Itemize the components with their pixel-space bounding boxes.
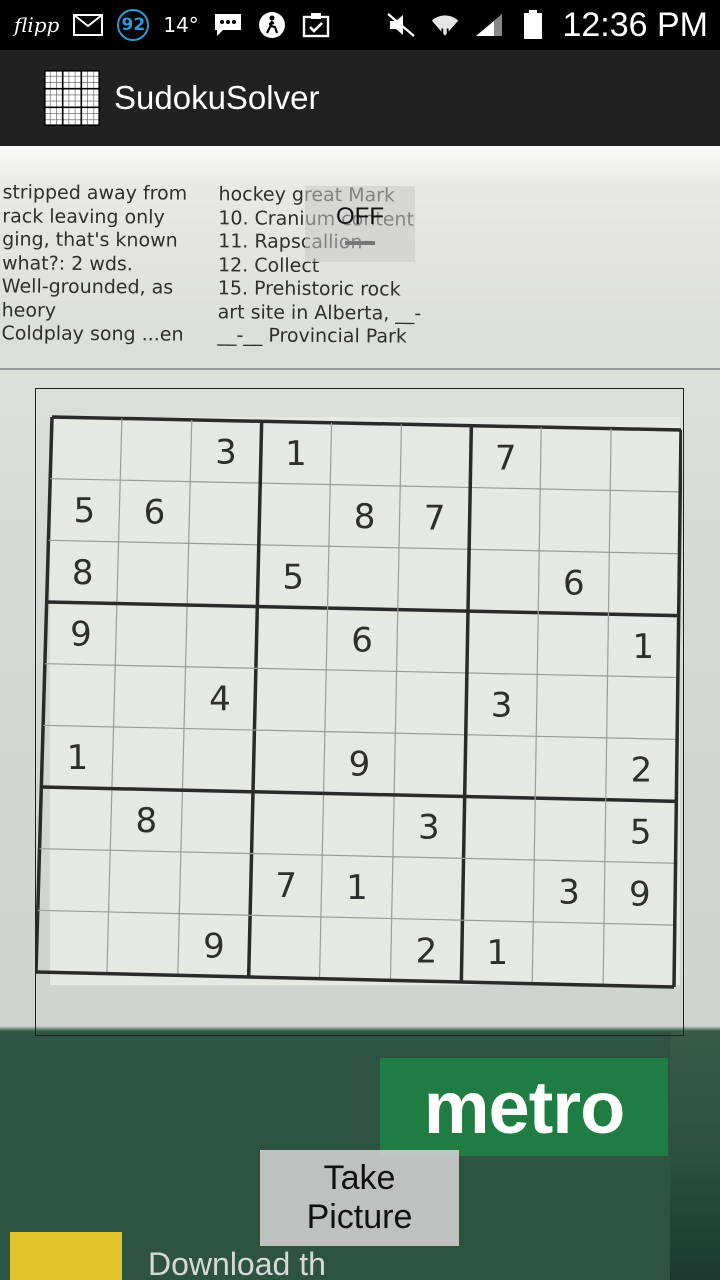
clipboard-check-icon (301, 12, 331, 38)
sudoku-digit: 7 (495, 438, 517, 478)
sudoku-digit: 2 (631, 751, 653, 791)
sudoku-digit: 1 (67, 738, 89, 778)
sudoku-digit: 3 (558, 873, 580, 913)
sudoku-digit: 6 (144, 493, 166, 533)
signal-icon (474, 12, 504, 38)
sudoku-digit: 5 (74, 491, 96, 531)
sudoku-digit: 9 (203, 926, 225, 966)
sudoku-digit: 3 (491, 686, 513, 726)
app-title: SudokuSolver (114, 79, 320, 116)
sudoku-digit: 8 (354, 497, 376, 537)
battery-icon (518, 10, 548, 39)
sudoku-digit: 8 (136, 801, 158, 841)
sudoku-digit: 1 (632, 627, 654, 667)
sudoku-digit: 1 (285, 434, 307, 474)
sudoku-digit: 2 (416, 931, 438, 971)
toggle-indicator (345, 241, 375, 245)
accessibility-icon (257, 12, 287, 38)
sudoku-digit: 9 (349, 744, 371, 784)
clock: 12:36 PM (562, 5, 708, 44)
message-icon (213, 12, 243, 38)
sudoku-app-icon (44, 70, 101, 127)
metro-logo: metro (380, 1058, 668, 1156)
sudoku-digit: 9 (629, 874, 651, 914)
status-bar: flipp 92 14° 12:36 PM (0, 0, 720, 50)
flash-toggle-label: OFF (336, 203, 384, 230)
weather-temperature: 14° (163, 13, 199, 37)
flipp-notification-icon: flipp (14, 13, 60, 37)
action-bar: SudokuSolver (0, 50, 720, 146)
sudoku-digit: 3 (215, 432, 237, 472)
newspaper-bottom-text: Download th (148, 1246, 326, 1280)
notification-count-badge: 92 (117, 9, 150, 41)
download-badge (10, 1232, 122, 1280)
sudoku-digit: 1 (486, 933, 508, 973)
sudoku-digit: 1 (346, 868, 368, 908)
sudoku-digit: 6 (563, 563, 585, 603)
sudoku-digit: 8 (72, 553, 94, 593)
mail-icon (73, 12, 104, 38)
sudoku-digit: 9 (70, 615, 92, 655)
take-picture-button[interactable]: Take Picture (260, 1150, 459, 1246)
capture-frame: 3 1 7 5 6 8 7 8 5 6 9 6 1 4 3 1 9 2 8 3 5 7 1 3 9 9 2 1 (35, 388, 684, 1036)
sudoku-digit: 3 (418, 808, 440, 848)
sudoku-digit: 6 (351, 621, 373, 661)
sudoku-digit: 7 (275, 866, 297, 906)
sudoku-digit: 7 (424, 499, 446, 539)
sudoku-digit: 5 (630, 812, 652, 852)
camera-preview[interactable]: stripped away from rack leaving only gin… (0, 146, 720, 1280)
sudoku-grid: 3 1 7 5 6 8 7 8 5 6 9 6 1 4 3 1 9 2 8 3 5 7 1 3 9 9 2 1 (36, 415, 682, 989)
grid-line-vertical (36, 416, 54, 973)
wifi-icon (430, 12, 460, 38)
newspaper-divider (0, 368, 720, 370)
newspaper-text-left: stripped away from rack leaving only gin… (1, 181, 188, 346)
mute-icon (386, 12, 416, 38)
sudoku-digit: 4 (209, 679, 231, 719)
sudoku-digit: 5 (282, 557, 304, 597)
flash-toggle-button[interactable]: OFF (305, 186, 415, 262)
